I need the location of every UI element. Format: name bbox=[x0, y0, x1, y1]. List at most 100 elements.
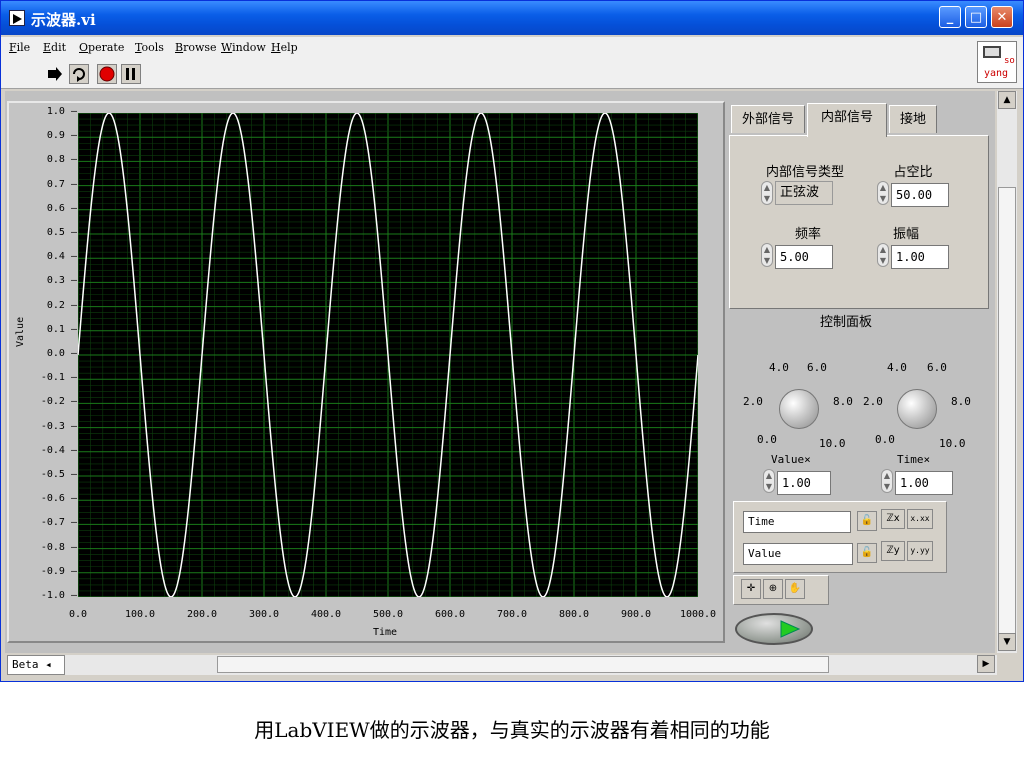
cursor-move-icon[interactable]: ✛ bbox=[741, 579, 761, 599]
control-panel-label: 控制面板 bbox=[819, 315, 872, 330]
knob1-scale-2: 2.0 bbox=[743, 395, 763, 408]
y-scale-name[interactable]: Value bbox=[743, 543, 853, 565]
value-knob-spin-icon[interactable]: ▲ ▼ bbox=[763, 469, 775, 493]
x-tick-label: 1000.0 bbox=[679, 609, 717, 620]
knob1-scale-0: 0.0 bbox=[757, 433, 777, 446]
y-tick-label: -0.6 – bbox=[40, 493, 77, 505]
tab-ground[interactable]: 接地 bbox=[889, 105, 937, 133]
pause-icon[interactable] bbox=[121, 64, 141, 84]
vertical-scroll-thumb[interactable] bbox=[998, 187, 1016, 637]
horizontal-scroll-thumb[interactable] bbox=[217, 656, 829, 673]
y-tick-label: -0.5 – bbox=[40, 469, 77, 480]
vi-icon-text-2: yang bbox=[984, 68, 1009, 79]
menu-browse[interactable]: Browse bbox=[175, 41, 217, 54]
x-tick-label: 900.0 bbox=[620, 609, 652, 620]
minimize-button[interactable]: _ bbox=[939, 6, 961, 28]
menu-window[interactable]: Window bbox=[221, 41, 266, 54]
menu-operate[interactable]: Operate bbox=[79, 41, 124, 54]
signal-type-ring[interactable]: 正弦波 bbox=[775, 181, 833, 205]
run-button[interactable] bbox=[735, 613, 813, 645]
close-button[interactable]: ✕ bbox=[991, 6, 1013, 28]
frequency-input[interactable]: 5.00 bbox=[775, 245, 833, 269]
signal-type-spin-icon[interactable]: ▲ ▼ bbox=[761, 181, 773, 205]
y-tick-label: 0.3 – bbox=[46, 275, 77, 287]
run-arrow-icon[interactable] bbox=[45, 64, 65, 84]
menu-bar: File Edit Operate Tools Browse Window He… bbox=[1, 37, 1023, 59]
maximize-button[interactable]: □ bbox=[965, 6, 987, 28]
plot-area[interactable] bbox=[77, 112, 699, 598]
y-format-icon[interactable]: y.yy bbox=[907, 541, 933, 561]
tab-external-signal[interactable]: 外部信号 bbox=[731, 105, 805, 133]
tab-internal-signal[interactable]: 内部信号 bbox=[807, 103, 887, 137]
duty-label: 占空比 bbox=[893, 165, 933, 180]
y-autoscale-icon[interactable]: ℤy bbox=[881, 541, 905, 561]
y-tick-label: 0.4 – bbox=[46, 251, 77, 263]
scroll-up-icon[interactable]: ▲ bbox=[998, 91, 1016, 109]
frequency-spin-icon[interactable]: ▲ ▼ bbox=[761, 243, 773, 267]
duty-input[interactable]: 50.00 bbox=[891, 183, 949, 207]
knob2-scale-0: 0.0 bbox=[875, 433, 895, 446]
y-tick-label: 0.8 – bbox=[46, 154, 77, 166]
knob1-scale-10: 10.0 bbox=[819, 437, 846, 450]
x-scale-name[interactable]: Time bbox=[743, 511, 851, 533]
title-bar[interactable]: 示波器.vi _ □ ✕ bbox=[1, 1, 1023, 35]
x-tick-label: 800.0 bbox=[558, 609, 590, 620]
y-tick-label: -1.0 – bbox=[40, 590, 77, 601]
scroll-down-icon[interactable]: ▼ bbox=[998, 633, 1016, 651]
plot-svg bbox=[77, 112, 699, 598]
menu-help[interactable]: Help bbox=[271, 41, 298, 54]
run-continuously-icon[interactable] bbox=[69, 64, 89, 84]
duty-spin-icon[interactable]: ▲ ▼ bbox=[877, 181, 889, 205]
y-lock-icon[interactable]: 🔓 bbox=[857, 543, 877, 563]
time-knob-input[interactable]: 1.00 bbox=[895, 471, 953, 495]
menu-edit[interactable]: Edit bbox=[43, 41, 66, 54]
x-tick-label: 400.0 bbox=[310, 609, 342, 620]
toolbar bbox=[1, 59, 1023, 89]
zoom-icon[interactable]: ⊕ bbox=[763, 579, 783, 599]
vi-connector-icon[interactable]: so yang bbox=[977, 41, 1017, 83]
x-tick-label: 100.0 bbox=[124, 609, 156, 620]
y-axis-label: Value bbox=[15, 316, 26, 347]
menu-file[interactable]: File bbox=[9, 41, 30, 54]
menu-tools[interactable]: Tools bbox=[135, 41, 164, 54]
context-label[interactable]: Beta ◂ bbox=[7, 655, 65, 675]
x-axis-label: Time bbox=[373, 627, 398, 638]
window-title: 示波器.vi bbox=[31, 11, 96, 29]
knob1-scale-6: 6.0 bbox=[807, 361, 827, 374]
pan-hand-icon[interactable]: ✋ bbox=[785, 579, 805, 599]
x-format-icon[interactable]: x.xx bbox=[907, 509, 933, 529]
x-lock-icon[interactable]: 🔓 bbox=[857, 511, 877, 531]
amplitude-input[interactable]: 1.00 bbox=[891, 245, 949, 269]
value-knob-input[interactable]: 1.00 bbox=[777, 471, 831, 495]
x-tick-label: 200.0 bbox=[186, 609, 218, 620]
play-icon bbox=[780, 620, 801, 638]
y-tick-label: -0.7 – bbox=[40, 517, 77, 529]
y-tick-label: 0.6 – bbox=[46, 202, 77, 214]
horizontal-scrollbar[interactable]: ▶ bbox=[65, 655, 997, 675]
amplitude-spin-icon[interactable]: ▲ ▼ bbox=[877, 243, 889, 267]
vertical-scrollbar[interactable]: ▲ ▼ bbox=[997, 91, 1017, 653]
knob2-scale-4: 4.0 bbox=[887, 361, 907, 374]
knob2-scale-8: 8.0 bbox=[951, 395, 971, 408]
knob2-scale-6: 6.0 bbox=[927, 361, 947, 374]
y-tick-label: 0.1 – bbox=[46, 323, 77, 335]
time-knob-label: Time× bbox=[897, 453, 931, 466]
y-tick-label: 0.5 – bbox=[46, 227, 77, 238]
signal-type-label: 内部信号类型 bbox=[765, 165, 844, 180]
knob1-scale-4: 4.0 bbox=[769, 361, 789, 374]
y-tick-label: -0.1 – bbox=[40, 372, 77, 384]
x-autoscale-icon[interactable]: ℤx bbox=[881, 509, 905, 529]
x-tick-label: 0.0 bbox=[68, 609, 88, 620]
y-tick-label: -0.3 – bbox=[40, 420, 77, 432]
x-tick-label: 500.0 bbox=[372, 609, 404, 620]
time-scale-knob[interactable] bbox=[897, 389, 937, 429]
y-tick-label: -0.8 – bbox=[40, 541, 77, 553]
y-tick-label: 0.7 – bbox=[46, 178, 77, 190]
scroll-right-icon[interactable]: ▶ bbox=[977, 655, 995, 673]
value-scale-knob[interactable] bbox=[779, 389, 819, 429]
x-tick-label: 600.0 bbox=[434, 609, 466, 620]
time-knob-spin-icon[interactable]: ▲ ▼ bbox=[881, 469, 893, 493]
abort-icon[interactable] bbox=[97, 64, 117, 84]
vi-icon-text-1: so bbox=[1004, 56, 1015, 66]
y-tick-label: 0.2 – bbox=[46, 299, 77, 311]
